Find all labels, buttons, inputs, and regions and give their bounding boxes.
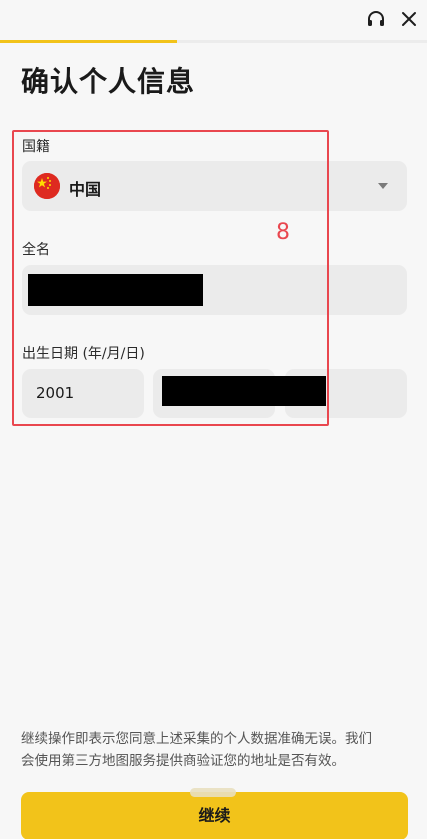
grab-handle [190,788,236,797]
birth-year-value: 2001 [36,384,75,402]
consent-text: 继续操作即表示您同意上述采集的个人数据准确无误。我们 会使用第三方地图服务提供商… [21,728,411,772]
nationality-label: 国籍 [22,139,50,155]
close-icon[interactable] [399,9,419,29]
consent-line: 会使用第三方地图服务提供商验证您的地址是否有效。 [21,753,345,769]
continue-button[interactable]: 继续 [21,792,408,839]
redacted-name [28,274,203,306]
full-name-input[interactable] [22,265,407,315]
consent-line: 继续操作即表示您同意上述采集的个人数据准确无误。我们 [21,731,372,747]
annotation-number: 8 [276,220,290,245]
top-bar [0,0,427,40]
kyc-personal-info-page: 确认个人信息 国籍 中国 全名 出生日期 (年/月/日) 2001 8 继续操作… [0,0,427,839]
birth-year-input[interactable]: 2001 [22,369,144,418]
nationality-value: 中国 [69,180,102,199]
headset-icon[interactable] [366,9,386,29]
china-flag-icon [34,173,60,199]
page-title: 确认个人信息 [21,65,196,98]
redacted-birth-date [162,376,326,406]
nationality-select[interactable]: 中国 [22,161,407,211]
progress-bar-fill [0,40,178,43]
date-of-birth-label: 出生日期 (年/月/日) [22,346,145,362]
chevron-down-icon [378,183,388,189]
full-name-label: 全名 [22,242,50,258]
progress-bar [0,40,427,43]
